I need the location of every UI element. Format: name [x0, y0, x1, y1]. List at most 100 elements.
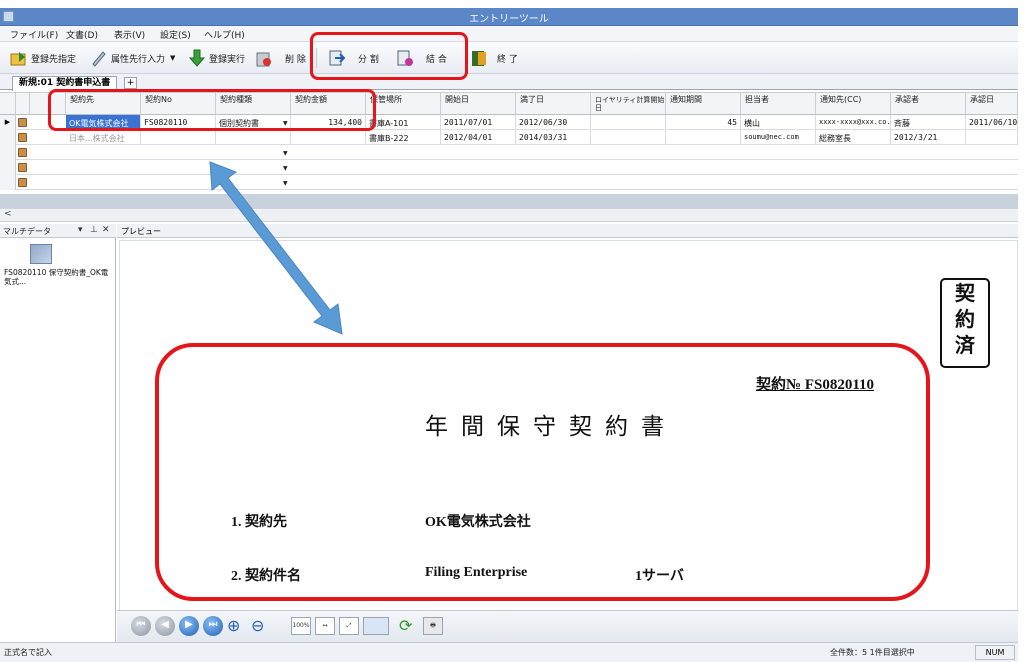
prev-page-icon[interactable]: ◀	[155, 616, 175, 636]
title-bar: エントリーツール	[0, 8, 1018, 26]
document-icon	[18, 118, 27, 127]
split-button[interactable]: 分 割	[328, 47, 379, 69]
cell[interactable]: OK電気株式会社	[66, 115, 141, 130]
cell[interactable]: 書庫B-222	[366, 130, 441, 145]
cell[interactable]: FS0820110	[141, 115, 216, 130]
line1-label: 1. 契約先	[231, 515, 287, 530]
cell[interactable]	[666, 130, 741, 145]
chevron-down-icon[interactable]: ▼	[283, 120, 288, 127]
trash-icon	[254, 49, 272, 67]
close-icon[interactable]: ✕	[102, 225, 110, 235]
table-row[interactable]: 日本...株式会社 書庫B-222 2012/04/01 2014/03/31 …	[0, 130, 1018, 145]
column-header[interactable]: 契約種類	[216, 93, 291, 115]
table-row[interactable]: ▼	[0, 145, 1018, 160]
cell[interactable]	[141, 130, 216, 145]
toolbar-separator	[316, 48, 317, 68]
attr-input-button[interactable]: 属性先行入力 ▼	[90, 47, 175, 69]
document-icon	[18, 163, 27, 172]
attr-input-label: 属性先行入力	[111, 54, 166, 65]
column-header[interactable]: 満了日	[516, 93, 591, 115]
cell[interactable]: 総務室長	[816, 130, 891, 145]
add-tab-button[interactable]: +	[124, 77, 137, 89]
cell[interactable]: 斉藤	[891, 115, 966, 130]
record-count: 全件数：5 1件目選択中	[830, 648, 915, 657]
folder-arrow-icon	[10, 49, 28, 67]
last-page-icon[interactable]: ⏭	[203, 616, 223, 636]
chevron-down-icon[interactable]: ▼	[170, 54, 175, 62]
menu-settings[interactable]: 設定(S)	[160, 28, 191, 41]
pin-icon[interactable]: ⊥	[90, 225, 98, 235]
column-header[interactable]: 保管場所	[366, 93, 441, 115]
cell[interactable]: 2012/06/30	[516, 115, 591, 130]
icon-col-header	[16, 93, 30, 115]
dropdown-icon[interactable]: ▾	[78, 225, 83, 235]
zoom-100-button[interactable]: 100%	[291, 617, 311, 635]
cell[interactable]: xxxx-xxxx@xxx.co.jp	[816, 115, 891, 130]
column-header[interactable]: 通知先(CC)	[816, 93, 891, 115]
cell[interactable]: 個別契約書	[216, 115, 291, 130]
document-icon	[18, 133, 27, 142]
fit-page-icon[interactable]: ⤢	[339, 617, 359, 635]
cell[interactable]: 横山	[741, 115, 816, 130]
entry-grid: 契約先 契約No 契約種類 契約金額 保管場所 開始日 満了日 ロイヤリティ計算…	[0, 92, 1018, 194]
cell[interactable]: 45	[666, 115, 741, 130]
multi-data-pane: マルチデータ ▾ ⊥ ✕ FS0820110 保守契約書_OK電気式...	[0, 224, 116, 642]
column-header[interactable]: 承認日	[966, 93, 1018, 115]
table-row[interactable]: ▶ OK電気株式会社 FS0820110 個別契約書 ▼ 134,400 書庫A…	[0, 115, 1018, 130]
print-icon[interactable]: 🖶	[423, 617, 443, 635]
scroll-left-icon[interactable]: <	[4, 209, 12, 219]
cell[interactable]	[216, 130, 291, 145]
cell[interactable]: 2012/3/21	[891, 130, 966, 145]
register-dest-button[interactable]: 登録先指定	[10, 47, 76, 69]
cell[interactable]: 2014/03/31	[516, 130, 591, 145]
cell[interactable]: 日本...株式会社	[66, 130, 141, 145]
keyboard-icon[interactable]	[363, 617, 389, 635]
thumbnail-icon[interactable]	[30, 244, 52, 264]
document-icon	[18, 148, 27, 157]
register-exec-label: 登録実行	[209, 54, 246, 65]
column-header[interactable]: 担当者	[741, 93, 816, 115]
cell[interactable]	[591, 130, 666, 145]
cell[interactable]	[591, 115, 666, 130]
cell[interactable]: 2011/07/01	[441, 115, 516, 130]
column-header[interactable]: 承認者	[891, 93, 966, 115]
rotate-icon[interactable]: ⟳	[399, 616, 419, 636]
fit-width-icon[interactable]: ↔	[315, 617, 335, 635]
delete-button[interactable]: 削 除	[254, 47, 306, 69]
document-icon	[18, 178, 27, 187]
menu-file[interactable]: ファイル(F)	[10, 28, 58, 41]
tab-contract-application[interactable]: 新規:01 契約書申込書	[12, 76, 118, 91]
cell[interactable]: 書庫A-101	[366, 115, 441, 130]
cell[interactable]: 2011/06/10	[966, 115, 1018, 130]
column-header[interactable]: 契約金額	[291, 93, 366, 115]
double-arrow-icon	[209, 161, 343, 335]
next-page-icon[interactable]: ▶	[179, 616, 199, 636]
table-row[interactable]: ▼	[0, 175, 1018, 190]
split-label: 分 割	[358, 54, 379, 65]
document-title: 年間保守契約書	[425, 414, 677, 439]
register-exec-button[interactable]: 登録実行	[188, 47, 245, 69]
menu-view[interactable]: 表示(V)	[114, 28, 145, 41]
column-header[interactable]: 通知期間	[666, 93, 741, 115]
column-header[interactable]: 開始日	[441, 93, 516, 115]
cell[interactable]	[966, 130, 1018, 145]
column-header[interactable]: 契約No	[141, 93, 216, 115]
table-row[interactable]: ▼	[0, 160, 1018, 175]
merge-button[interactable]: 結 合	[396, 47, 447, 69]
cell[interactable]: 134,400	[291, 115, 366, 130]
cell[interactable]: 2012/04/01	[441, 130, 516, 145]
zoom-in-icon[interactable]: ⊕	[227, 616, 247, 636]
horizontal-scrollbar[interactable]: <	[0, 208, 1018, 222]
zoom-out-icon[interactable]: ⊖	[251, 616, 271, 636]
row-header	[0, 145, 16, 160]
cell[interactable]: soumu@nec.com	[741, 130, 816, 145]
first-page-icon[interactable]: ⏮	[131, 616, 151, 636]
cell[interactable]	[291, 130, 366, 145]
finish-button[interactable]: 終 了	[470, 47, 518, 69]
menu-document[interactable]: 文書(D)	[66, 28, 98, 41]
menu-help[interactable]: ヘルプ(H)	[204, 28, 245, 41]
column-header[interactable]: ロイヤリティ計算開始日	[591, 93, 666, 115]
column-header[interactable]: 契約先	[66, 93, 141, 115]
delete-label: 削 除	[285, 54, 306, 65]
thumbnail-label[interactable]: FS0820110 保守契約書_OK電気式...	[4, 268, 114, 286]
